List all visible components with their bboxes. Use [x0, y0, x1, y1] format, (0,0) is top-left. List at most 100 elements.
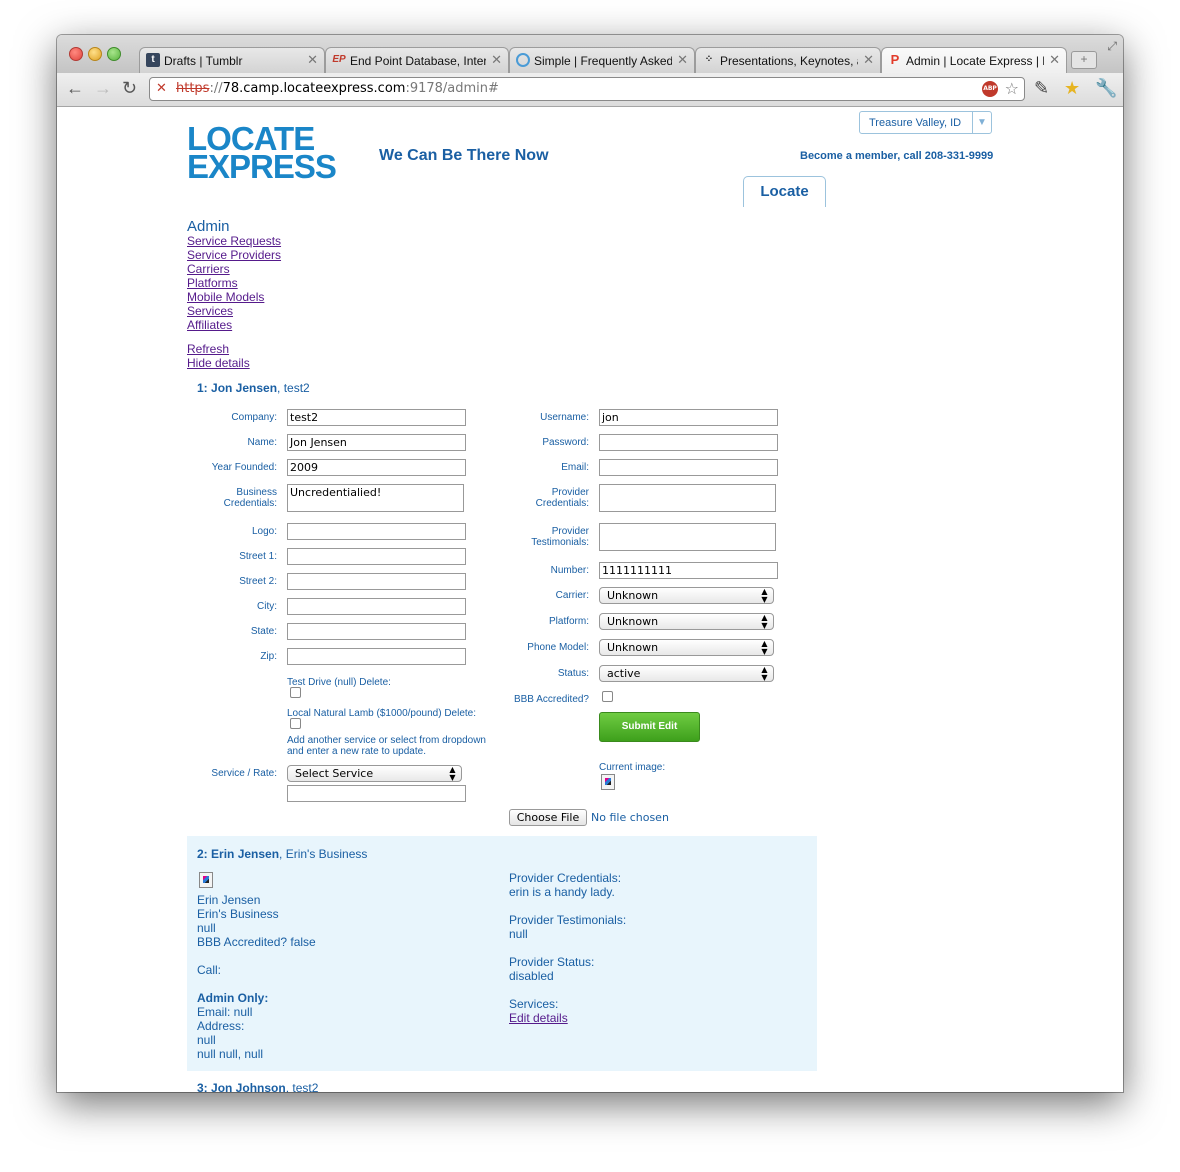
carrier-select-value: Unknown	[607, 589, 659, 602]
name-label: Name:	[247, 437, 277, 448]
close-tab-icon[interactable]: ✕	[863, 52, 874, 68]
endpoint-icon: EP	[332, 54, 346, 65]
business-credentials-field[interactable]: Uncredentialied!	[287, 484, 464, 512]
nav-service-requests[interactable]: Service Requests	[187, 234, 281, 248]
presentations-icon: ⁘	[704, 54, 714, 65]
provider-detail: null	[197, 921, 216, 935]
extension-icon[interactable]: ✎	[1034, 78, 1049, 99]
edit-details-link-wrap: Edit details	[509, 1011, 568, 1025]
service-item-label: Test Drive (null) Delete:	[287, 677, 391, 688]
street1-field[interactable]	[287, 548, 466, 565]
tab-title: Presentations, Keynotes, a	[720, 54, 858, 68]
tab-title: Simple | Frequently Asked	[534, 54, 672, 68]
city-field[interactable]	[287, 598, 466, 615]
number-field[interactable]: 1111111111	[599, 562, 778, 579]
close-window-button[interactable]	[69, 47, 83, 61]
platform-label: Platform:	[548, 616, 589, 627]
password-field[interactable]	[599, 434, 778, 451]
edit-details-link[interactable]: Edit details	[509, 1011, 568, 1025]
close-tab-icon[interactable]: ✕	[491, 52, 502, 68]
nav-platforms[interactable]: Platforms	[187, 276, 281, 290]
hide-details-link[interactable]: Hide details	[187, 356, 250, 370]
carrier-select[interactable]: Unknown ▲ ▼	[599, 587, 774, 604]
star-extension-icon[interactable]: ★	[1064, 78, 1080, 99]
street1-label: Street 1:	[239, 551, 277, 562]
reload-icon[interactable]: ↻	[122, 78, 137, 99]
fullscreen-icon[interactable]: ⤢	[1107, 39, 1117, 54]
browser-tab[interactable]: Simple | Frequently Asked ✕	[509, 47, 695, 73]
current-image-label: Current image:	[599, 762, 666, 773]
state-field[interactable]	[287, 623, 466, 640]
new-tab-button[interactable]: +	[1071, 51, 1097, 69]
delete-service-checkbox[interactable]	[290, 718, 301, 729]
locate-express-logo[interactable]: LOCATE EXPRESS	[187, 122, 337, 183]
adblock-icon[interactable]: ABP	[982, 81, 998, 97]
nav-mobile-models[interactable]: Mobile Models	[187, 290, 281, 304]
provider-credentials-field[interactable]	[599, 484, 776, 512]
provider-card: 2: Erin Jensen, Erin's Business Erin Jen…	[187, 836, 817, 1071]
back-arrow-icon[interactable]: ←	[66, 78, 84, 99]
email-field[interactable]	[599, 459, 778, 476]
status-select[interactable]: active ▲ ▼	[599, 665, 774, 682]
provider-testimonials-label: Provider Testimonials:	[509, 913, 627, 927]
submit-edit-button[interactable]: Submit Edit	[599, 712, 700, 742]
number-label: Number:	[550, 565, 589, 576]
close-tab-icon[interactable]: ✕	[1049, 52, 1060, 68]
minimize-window-button[interactable]	[88, 47, 102, 61]
bookmark-star-icon[interactable]: ☆	[1005, 79, 1019, 98]
password-label: Password:	[542, 437, 589, 448]
browser-tab[interactable]: ⁘ Presentations, Keynotes, a ✕	[695, 47, 881, 73]
email-text: Email: null	[197, 1005, 253, 1019]
business-credentials-label: Business Credentials:	[223, 487, 277, 509]
close-tab-icon[interactable]: ✕	[677, 52, 688, 68]
nav-services[interactable]: Services	[187, 304, 281, 318]
choose-file-button[interactable]: Choose File	[509, 809, 587, 826]
name-field[interactable]: Jon Jensen	[287, 434, 466, 451]
bbb-accredited-text: BBB Accredited? false	[197, 935, 316, 949]
city-label: City:	[257, 601, 277, 612]
tab-title: End Point Database, Interc	[350, 54, 486, 68]
close-tab-icon[interactable]: ✕	[307, 52, 318, 68]
username-field[interactable]: jon	[599, 409, 778, 426]
company-field[interactable]: test2	[287, 409, 466, 426]
admin-only-label: Admin Only:	[197, 991, 269, 1005]
select-arrows-icon: ▲ ▼	[449, 765, 456, 782]
provider-testimonials-field[interactable]	[599, 523, 776, 551]
platform-select[interactable]: Unknown ▲ ▼	[599, 613, 774, 630]
provider-credentials-label: Provider Credentials:	[509, 871, 622, 885]
call-label: Call:	[197, 963, 222, 977]
browser-tab[interactable]: EP End Point Database, Interc ✕	[325, 47, 509, 73]
region-select[interactable]: Treasure Valley, ID ▼	[859, 111, 992, 134]
address-bar[interactable]: ✕ https://78.camp.locateexpress.com:9178…	[149, 77, 1025, 101]
bbb-accredited-checkbox[interactable]	[602, 691, 613, 702]
chevron-down-icon: ▼	[972, 112, 991, 133]
delete-service-checkbox[interactable]	[290, 687, 301, 698]
tab-title: Drafts | Tumblr	[164, 54, 243, 68]
browser-tab[interactable]: t Drafts | Tumblr ✕	[139, 47, 325, 73]
nav-affiliates[interactable]: Affiliates	[187, 318, 281, 332]
street2-field[interactable]	[287, 573, 466, 590]
wrench-icon[interactable]: 🔧	[1095, 78, 1117, 99]
phone-model-select[interactable]: Unknown ▲ ▼	[599, 639, 774, 656]
select-arrows-icon: ▲ ▼	[761, 639, 768, 656]
service-item-label: Local Natural Lamb ($1000/pound) Delete:	[287, 708, 477, 719]
forward-arrow-icon[interactable]: →	[94, 78, 112, 99]
browser-tab-active[interactable]: P Admin | Locate Express | L ✕	[881, 47, 1067, 74]
status-label: Status:	[557, 668, 589, 679]
service-select[interactable]: Select Service ▲ ▼	[287, 765, 462, 782]
region-value: Treasure Valley, ID	[869, 117, 962, 129]
nav-carriers[interactable]: Carriers	[187, 262, 281, 276]
zip-field[interactable]	[287, 648, 466, 665]
broken-image-icon	[199, 872, 213, 888]
locate-pin-icon: P	[890, 52, 900, 67]
rate-field[interactable]	[287, 785, 466, 802]
nav-service-providers[interactable]: Service Providers	[187, 248, 281, 262]
service-select-value: Select Service	[295, 767, 374, 780]
refresh-link[interactable]: Refresh	[187, 342, 250, 356]
logo-field[interactable]	[287, 523, 466, 540]
address-label: Address:	[197, 1019, 245, 1033]
zoom-window-button[interactable]	[107, 47, 121, 61]
locate-tab[interactable]: Locate	[743, 176, 826, 207]
year-founded-field[interactable]: 2009	[287, 459, 466, 476]
address-line2: null null, null	[197, 1047, 264, 1061]
